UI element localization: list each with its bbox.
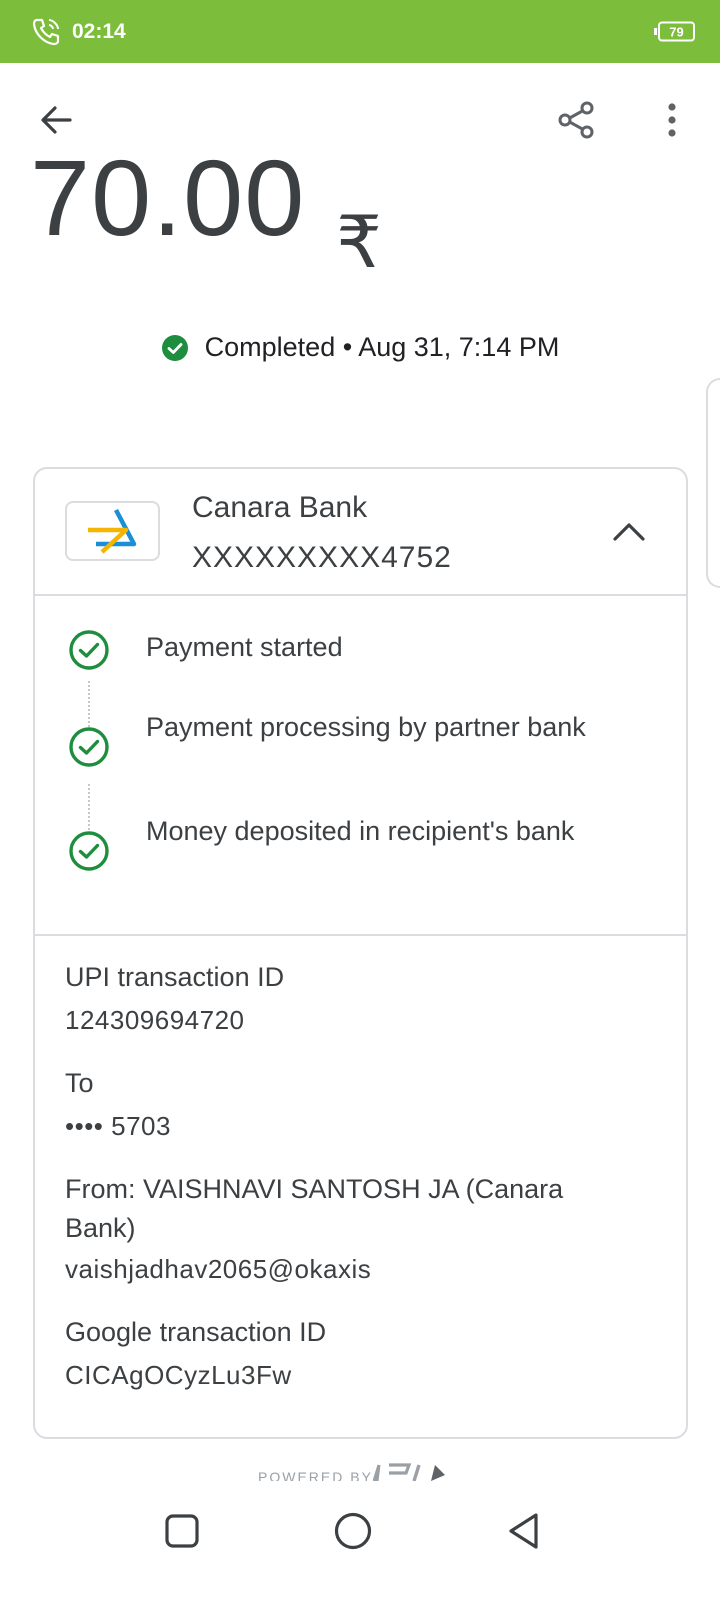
to-label: To — [65, 1068, 94, 1098]
payment-amount: ₹70.00 — [0, 137, 720, 285]
currency-symbol: ₹ — [336, 200, 382, 284]
powered-by-upi: POWERED BY — [255, 1463, 475, 1481]
more-vert-icon — [668, 103, 676, 137]
transaction-card: Canara Bank XXXXXXXXX4752 Payment starte… — [33, 467, 688, 1439]
canara-logo-icon — [87, 508, 136, 554]
arrow-left-icon — [41, 106, 72, 134]
status-text: Completed — [204, 332, 336, 362]
from-upi-id[interactable]: vaishjadhav2065@okaxis — [65, 1250, 371, 1289]
home-button[interactable] — [325, 1503, 381, 1559]
google-transaction-id-value[interactable]: CICAgOCyzLu3Fw — [65, 1356, 292, 1395]
step-label: Payment processing by partner bank — [146, 712, 586, 742]
more-options-button[interactable] — [648, 96, 696, 144]
status-separator: • — [342, 332, 353, 362]
check-circle-icon — [161, 334, 188, 361]
recents-button[interactable] — [154, 1503, 210, 1559]
step-label: Money deposited in recipient's bank — [146, 816, 575, 846]
upi-transaction-id-value[interactable]: 124309694720 — [65, 1001, 245, 1040]
bank-name: Canara Bank — [192, 491, 368, 524]
bank-row[interactable]: Canara Bank XXXXXXXXX4752 — [35, 469, 686, 596]
check-circle-outline-icon — [69, 831, 109, 871]
google-transaction-id-label: Google transaction ID — [65, 1317, 327, 1347]
canara-bank-logo — [65, 501, 160, 561]
triangle-back-icon — [509, 1513, 538, 1549]
collapse-button[interactable] — [605, 507, 653, 555]
status-datetime: Aug 31, 7:14 PM — [358, 332, 560, 362]
chevron-up-icon — [613, 523, 645, 541]
check-circle-outline-icon — [69, 630, 109, 670]
bank-account-number: XXXXXXXXX4752 — [192, 541, 452, 574]
back-nav-button[interactable] — [496, 1503, 552, 1559]
share-button[interactable] — [552, 96, 600, 144]
clock-time: 02:14 — [72, 20, 126, 43]
circle-icon — [334, 1512, 372, 1550]
check-circle-outline-icon — [69, 727, 109, 767]
payment-status: Completed • Aug 31, 7:14 PM — [0, 332, 720, 363]
status-bar: 02:14 79 — [0, 0, 720, 63]
step-label: Payment started — [146, 632, 343, 662]
side-panel-handle[interactable] — [706, 378, 720, 588]
system-navigation-bar — [0, 1481, 720, 1600]
battery-level: 79 — [669, 25, 683, 40]
upi-transaction-id-label: UPI transaction ID — [65, 962, 285, 992]
payment-progress: Payment started Payment processing by pa… — [35, 598, 686, 936]
wifi-call-icon — [32, 18, 60, 46]
amount-value: 70.00 — [30, 137, 306, 258]
powered-by-text: POWERED BY — [258, 1469, 373, 1481]
upi-logo-icon — [373, 1463, 445, 1481]
battery-icon: 79 — [654, 21, 695, 42]
from-label: From: VAISHNAVI SANTOSH JA (Canara Bank) — [65, 1174, 564, 1243]
square-icon — [165, 1514, 199, 1548]
share-icon — [558, 101, 594, 139]
to-value: •••• 5703 — [65, 1111, 171, 1141]
